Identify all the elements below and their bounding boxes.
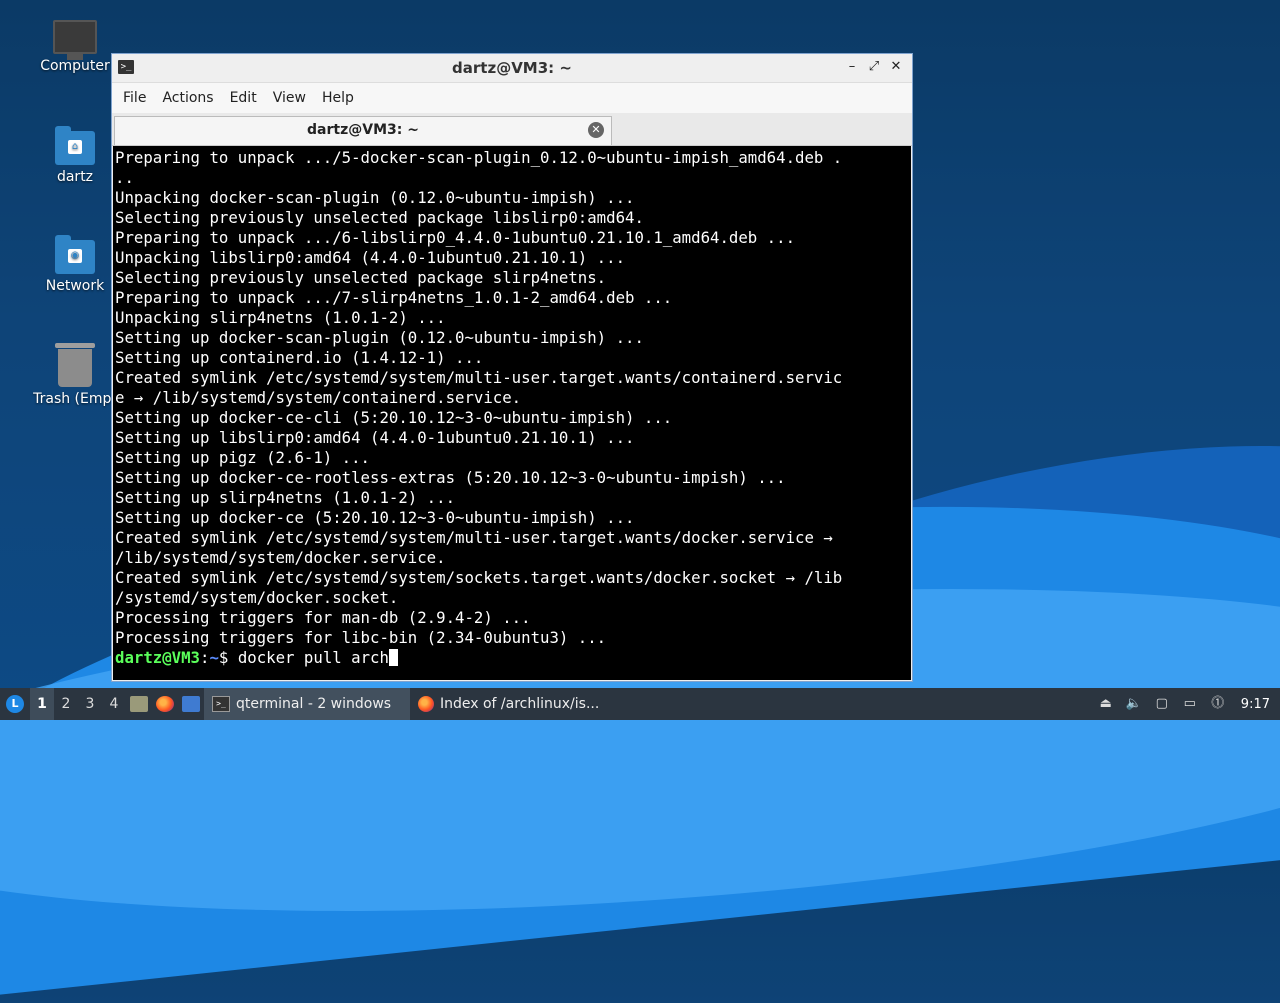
terminal-line: Preparing to unpack .../6-libslirp0_4.4.… (115, 228, 796, 247)
tab-bar: dartz@VM3: ~ ✕ (112, 113, 912, 146)
desktop-icon-label: dartz (56, 169, 94, 185)
firefox-icon (156, 696, 174, 712)
terminal-window: >_ dartz@VM3: ~ – ⤢ ✕ File Actions Edit … (111, 53, 913, 682)
desktop-icon-home[interactable]: ⌂ dartz (27, 126, 123, 185)
menu-actions[interactable]: Actions (154, 90, 221, 106)
terminal-line: Setting up pigz (2.6-1) ... (115, 448, 371, 467)
window-title: dartz@VM3: ~ (452, 59, 572, 77)
menubar: File Actions Edit View Help (112, 83, 912, 113)
terminal-line: Setting up docker-ce (5:20.10.12~3-0~ubu… (115, 508, 635, 527)
computer-icon (53, 20, 97, 60)
text-cursor (388, 649, 398, 666)
prompt-symbol: $ (218, 648, 238, 667)
terminal-line: Created symlink /etc/systemd/system/mult… (115, 368, 843, 387)
terminal-line: Unpacking docker-scan-plugin (0.12.0~ubu… (115, 188, 635, 207)
minimize-button[interactable]: – (844, 58, 860, 76)
quicklaunch-files[interactable] (126, 688, 152, 720)
quicklaunch-firefox[interactable] (152, 688, 178, 720)
workspace-4[interactable]: 4 (102, 688, 126, 720)
terminal-line: Preparing to unpack .../5-docker-scan-pl… (115, 148, 843, 167)
terminal-line: /lib/systemd/system/docker.service. (115, 548, 446, 567)
tab-terminal[interactable]: dartz@VM3: ~ ✕ (114, 116, 612, 145)
workspace-3[interactable]: 3 (78, 688, 102, 720)
task-label: qterminal - 2 windows (236, 696, 392, 712)
terminal-line: Setting up docker-ce-rootless-extras (5:… (115, 468, 786, 487)
prompt-path: ~ (209, 648, 219, 667)
terminal-icon[interactable]: >_ (118, 60, 134, 74)
terminal-line: Created symlink /etc/systemd/system/sock… (115, 568, 843, 587)
clipboard-icon[interactable]: ▢ (1153, 696, 1171, 712)
menu-edit[interactable]: Edit (222, 90, 265, 106)
terminal-line: Unpacking slirp4netns (1.0.1-2) ... (115, 308, 446, 327)
trash-icon (55, 343, 95, 387)
desktop-icon-label: Trash (Empt (33, 391, 117, 407)
network-folder-icon: ◉ (55, 235, 95, 274)
prompt-user: dartz@VM3 (115, 648, 201, 667)
terminal-line: Setting up containerd.io (1.4.12-1) ... (115, 348, 484, 367)
terminal-line: Unpacking libslirp0:amd64 (4.4.0-1ubuntu… (115, 248, 626, 267)
close-button[interactable]: ✕ (888, 58, 904, 76)
menu-file[interactable]: File (115, 90, 154, 106)
terminal-line: Processing triggers for man-db (2.9.4-2)… (115, 608, 531, 627)
tab-close-icon[interactable]: ✕ (588, 122, 604, 138)
terminal-line: e → /lib/systemd/system/containerd.servi… (115, 388, 522, 407)
menu-view[interactable]: View (265, 90, 314, 106)
tab-label: dartz@VM3: ~ (307, 122, 419, 138)
terminal-icon: >_ (212, 696, 230, 712)
network-monitor-icon[interactable]: ▭ (1181, 696, 1199, 712)
terminal-line: Selecting previously unselected package … (115, 208, 644, 227)
workspace-2[interactable]: 2 (54, 688, 78, 720)
desktop-icon-label: Computer (40, 58, 110, 74)
terminal-line: Setting up slirp4netns (1.0.1-2) ... (115, 488, 456, 507)
terminal-text: Preparing to unpack .../5-docker-scan-pl… (113, 146, 911, 668)
desktop-icon-network[interactable]: ◉ Network (27, 235, 123, 294)
terminal-line: Selecting previously unselected package … (115, 268, 607, 287)
volume-icon[interactable]: 🔈 (1125, 696, 1143, 712)
quicklaunch-desktop[interactable] (178, 688, 204, 720)
clock[interactable]: 9:17 (1241, 697, 1270, 712)
terminal-line: Setting up libslirp0:amd64 (4.4.0-1ubunt… (115, 428, 635, 447)
maximize-button[interactable]: ⤢ (866, 58, 882, 76)
task-label: Index of /archlinux/is... (440, 696, 600, 712)
terminal-line: Created symlink /etc/systemd/system/mult… (115, 528, 833, 547)
home-folder-icon: ⌂ (55, 126, 95, 165)
start-menu-icon: L (6, 695, 24, 713)
terminal-line: .. (115, 168, 134, 187)
terminal-line: Processing triggers for libc-bin (2.34-0… (115, 628, 607, 647)
desktop-icon-trash[interactable]: Trash (Empt (27, 343, 123, 407)
show-desktop-icon (182, 696, 200, 712)
terminal-line: /systemd/system/docker.socket. (115, 588, 399, 607)
start-menu-button[interactable]: L (0, 688, 30, 720)
firefox-icon (418, 696, 434, 712)
terminal-output[interactable]: Preparing to unpack .../5-docker-scan-pl… (113, 146, 911, 680)
terminal-line: Preparing to unpack .../7-slirp4netns_1.… (115, 288, 673, 307)
system-tray: ⏏ 🔈 ▢ ▭ ⓵ 9:17 (1097, 688, 1280, 720)
task-qterminal[interactable]: >_ qterminal - 2 windows (204, 688, 410, 720)
workspace-1[interactable]: 1 (30, 688, 54, 720)
terminal-line: Setting up docker-scan-plugin (0.12.0~ub… (115, 328, 644, 347)
file-manager-icon (130, 696, 148, 712)
window-titlebar[interactable]: >_ dartz@VM3: ~ – ⤢ ✕ (112, 54, 912, 83)
update-notification-icon[interactable]: ⓵ (1209, 696, 1227, 712)
taskbar: L 1 2 3 4 >_ qterminal - 2 windows Index… (0, 688, 1280, 720)
desktop-icon-computer[interactable]: Computer (27, 20, 123, 74)
desktop-icon-label: Network (45, 278, 105, 294)
terminal-line: Setting up docker-ce-cli (5:20.10.12~3-0… (115, 408, 673, 427)
task-firefox[interactable]: Index of /archlinux/is... (410, 688, 607, 720)
tray-menu-icon[interactable]: ⏏ (1097, 696, 1115, 712)
menu-help[interactable]: Help (314, 90, 362, 106)
command-input: docker pull arch (237, 648, 389, 667)
